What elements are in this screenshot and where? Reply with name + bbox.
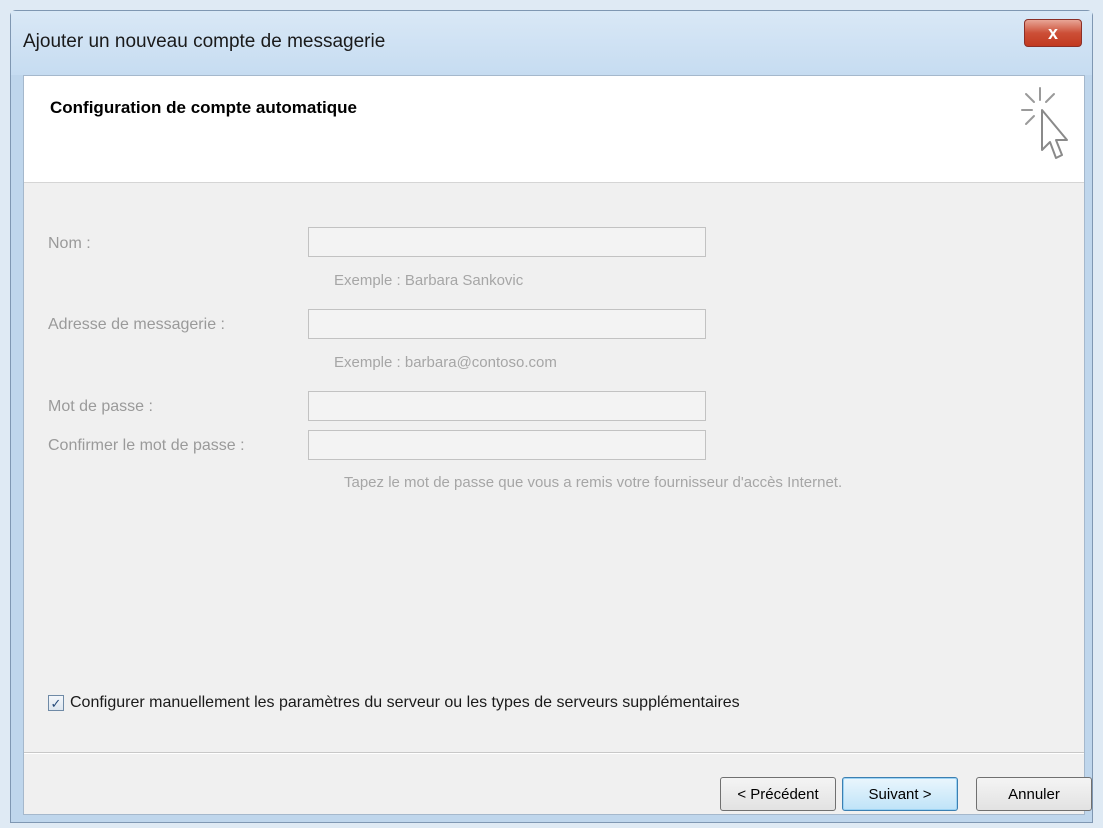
email-input[interactable] bbox=[308, 309, 706, 339]
auto-config-cursor-icon bbox=[1021, 87, 1068, 159]
checkmark-icon: ✓ bbox=[50, 695, 62, 711]
confirm-password-label: Confirmer le mot de passe : bbox=[48, 437, 245, 454]
close-icon: x bbox=[1047, 22, 1058, 43]
back-button[interactable]: < Précédent bbox=[720, 777, 836, 811]
divider bbox=[24, 752, 1084, 754]
name-input[interactable] bbox=[308, 227, 706, 257]
name-label: Nom : bbox=[48, 235, 91, 252]
dialog-content: Configuration de compte automatique Nom … bbox=[23, 75, 1092, 815]
close-button[interactable]: x bbox=[1024, 19, 1082, 47]
name-hint: Exemple : Barbara Sankovic bbox=[334, 272, 524, 289]
confirm-password-input[interactable] bbox=[308, 430, 706, 460]
password-input[interactable] bbox=[308, 391, 706, 421]
title-bar[interactable]: Ajouter un nouveau compte de messagerie … bbox=[11, 11, 1092, 75]
page-title: Configuration de compte automatique bbox=[50, 98, 357, 117]
email-label: Adresse de messagerie : bbox=[48, 316, 225, 333]
cancel-button[interactable]: Annuler bbox=[976, 777, 1092, 811]
password-hint: Tapez le mot de passe que vous a remis v… bbox=[344, 474, 843, 491]
manual-config-label: Configurer manuellement les paramètres d… bbox=[70, 694, 740, 711]
wizard-header: Configuration de compte automatique bbox=[24, 76, 1084, 183]
next-button[interactable]: Suivant > bbox=[842, 777, 958, 811]
dialog-window: Ajouter un nouveau compte de messagerie … bbox=[10, 10, 1093, 823]
window-title: Ajouter un nouveau compte de messagerie bbox=[23, 31, 386, 52]
email-hint: Exemple : barbara@contoso.com bbox=[334, 354, 557, 371]
password-label: Mot de passe : bbox=[48, 398, 153, 415]
manual-config-option[interactable]: ✓ Configurer manuellement les paramètres… bbox=[48, 694, 740, 712]
manual-config-checkbox[interactable]: ✓ bbox=[48, 695, 64, 711]
